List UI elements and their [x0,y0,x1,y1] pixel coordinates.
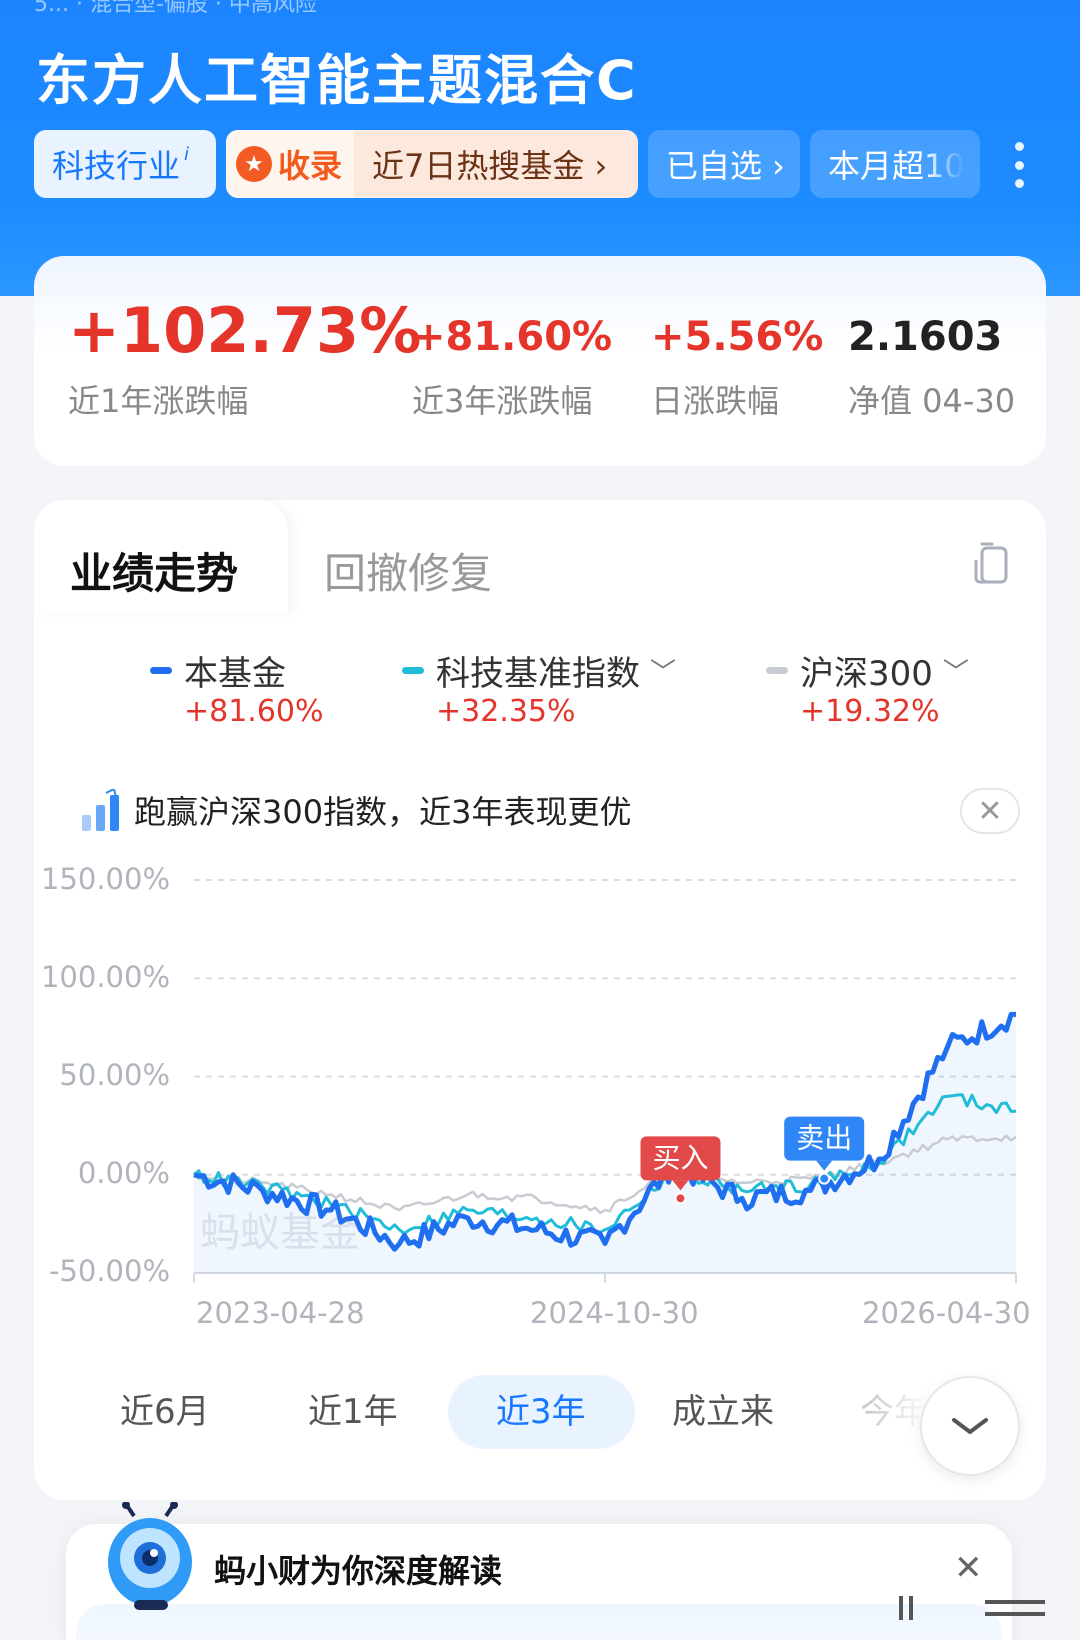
stat-daily-label: 日涨跌幅 [651,382,780,420]
info-icon: i [184,143,190,165]
stat-daily-value: +5.56% [651,314,824,360]
watchlist-label: 已自选 › [666,147,785,185]
tag-row: 科技行业 i ★ 收录 近7日热搜基金 › 已自选 › 本月超10 [34,130,1080,198]
stat-1-year-value: +102.73% [68,294,422,367]
star-icon: ★ [236,146,272,182]
more-icon[interactable] [1005,142,1033,188]
ai-insight-body [76,1604,1002,1640]
legend-hs300-swatch [766,667,788,674]
range-tab-1y[interactable]: 近1年 [308,1384,398,1433]
hot-search-label: 近7日热搜基金 › [372,147,608,185]
tag-industry-label: 科技行业 [52,147,181,185]
sell-marker-label: 卖出 [796,1122,852,1155]
legend-benchmark-name: 科技基准指数 [436,654,640,694]
stat-3-year-value: +81.60% [412,314,613,360]
legend-benchmark-pct: +32.35% [436,694,576,729]
sell-marker-pointer [816,1160,833,1171]
collect-badge: ★ 收录 [226,130,355,198]
stat-nav: 2.1603 净值 04-30 [848,314,1015,420]
watermark: 蚂蚁基金 [200,1210,360,1256]
tag-monthly-rank[interactable]: 本月超10 [810,130,980,198]
tab-drawdown-recovery[interactable]: 回撤修复 [324,540,492,601]
close-icon[interactable]: ✕ [954,1548,983,1588]
legend-fund-swatch [150,667,172,674]
bar-chart-icon [82,789,119,831]
range-tab-since-inception[interactable]: 成立来 [672,1384,774,1433]
chevron-down-icon [952,1418,988,1434]
tag-industry[interactable]: 科技行业 i [34,130,216,198]
tab-performance-trend[interactable]: 业绩走势 [70,540,238,601]
stat-daily: +5.56% 日涨跌幅 [651,314,824,420]
legend-fund-pct: +81.60% [184,694,324,729]
stat-3-year: +81.60% 近3年涨跌幅 [412,314,613,420]
legend-benchmark-swatch [402,667,424,674]
chevron-down-icon: ﹀ [650,658,677,688]
ai-insight-title: 蚂小财为你深度解读 [214,1552,503,1590]
legend-hs300[interactable]: 沪深300 ﹀ +19.32% [766,646,969,729]
gesture-bar-icon [899,1596,1045,1620]
tag-watchlist[interactable]: 已自选 › [648,130,800,198]
buy-marker-label: 买入 [652,1141,708,1174]
x-tick-label: 2026-04-30 [862,1296,1031,1330]
monthly-rank-label: 本月超10 [828,147,965,185]
legend-fund-name: 本基金 [184,654,286,694]
hint-close-button[interactable]: ✕ [960,788,1020,834]
fund-category-crumb: 5... · 混合型-偏股 · 中高风险 [34,0,317,17]
x-tick-label: 2024-10-30 [530,1296,699,1330]
stat-1-year-label: 近1年涨跌幅 [68,382,249,420]
ant-mascot-avatar [108,1502,192,1610]
close-icon: ✕ [977,793,1003,829]
legend-hs300-name: 沪深300 [800,654,933,694]
hint-text: 跑赢沪深300指数，近3年表现更优 [134,793,632,831]
buy-marker-dot [674,1192,687,1205]
stat-1-year: +102.73% 近1年涨跌幅 [68,294,422,420]
stats-card: +102.73% 近1年涨跌幅 +81.60% 近3年涨跌幅 +5.56% 日涨… [34,256,1046,466]
ai-insight-card[interactable]: 蚂小财为你深度解读 ✕ [66,1524,1012,1640]
legend-benchmark[interactable]: 科技基准指数 ﹀ +32.35% [402,646,677,729]
range-tab-6m[interactable]: 近6月 [120,1384,210,1433]
legend-hs300-pct: +19.32% [800,694,940,729]
x-tick-label: 2023-04-28 [196,1296,365,1330]
stat-nav-label: 净值 04-30 [848,382,1016,420]
share-icon[interactable] [968,540,1012,586]
chevron-down-icon: ﹀ [942,658,969,688]
performance-chart[interactable]: 买入 卖出 [0,840,1080,1320]
expand-ranges-button[interactable] [920,1376,1020,1476]
stat-3-year-label: 近3年涨跌幅 [412,382,593,420]
legend-fund[interactable]: 本基金 +81.60% [150,646,324,729]
stat-nav-value: 2.1603 [848,314,1003,360]
tag-hot-search[interactable]: ★ 收录 近7日热搜基金 › [226,130,638,198]
sell-marker-dot [818,1172,831,1185]
collect-label: 收录 [278,147,343,185]
fund-title: 东方人工智能主题混合C [36,49,638,112]
range-tab-3y[interactable]: 近3年 [496,1384,586,1433]
outperform-hint: 跑赢沪深300指数，近3年表现更优 [82,785,631,835]
